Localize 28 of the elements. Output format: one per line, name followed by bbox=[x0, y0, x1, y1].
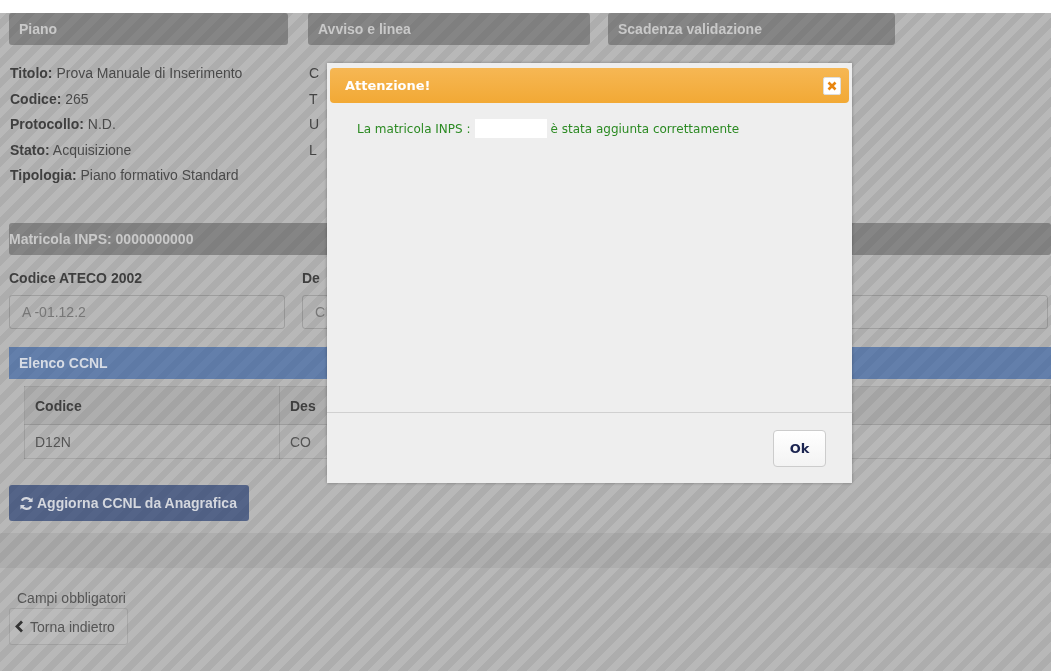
chevron-left-icon bbox=[15, 620, 24, 633]
field-label: De bbox=[302, 270, 320, 286]
message-text: è stata aggiunta correttamente bbox=[550, 121, 740, 136]
detail-line: Codice: 265 bbox=[10, 90, 90, 109]
section-header: Scadenza validazione bbox=[608, 13, 895, 45]
close-button[interactable] bbox=[823, 76, 841, 95]
detail-fragment: U bbox=[309, 116, 320, 132]
section-header: Avviso e linea bbox=[308, 13, 590, 45]
ok-button[interactable]: Ok bbox=[773, 429, 826, 467]
required-fields-note: Campi obbligatori bbox=[16, 590, 127, 608]
dialog-title: Attenzione! bbox=[345, 78, 431, 93]
detail-line: Stato: Acquisizione bbox=[10, 141, 133, 160]
detail-fragment: T bbox=[309, 90, 318, 107]
detail-fragment: C bbox=[309, 65, 320, 81]
refresh-button[interactable]: Aggiorna CCNL da Anagrafica bbox=[9, 485, 249, 521]
column-header: Codice bbox=[24, 386, 280, 425]
section-header: Piano bbox=[9, 13, 288, 45]
detail-fragment: L bbox=[309, 141, 317, 158]
message-text: La matricola INPS : bbox=[357, 121, 471, 136]
detail-line: Titolo: Prova Manuale di Inserimento bbox=[10, 65, 244, 83]
back-button[interactable]: Torna indietro bbox=[9, 608, 128, 645]
close-icon bbox=[827, 80, 837, 91]
refresh-icon bbox=[19, 495, 34, 511]
table-cell: D12N bbox=[24, 424, 280, 459]
input-field[interactable]: A -01.12.2 bbox=[9, 295, 285, 329]
detail-line: Protocollo: N.D. bbox=[10, 116, 117, 134]
field-label: Codice ATECO 2002 bbox=[9, 270, 143, 286]
detail-line: Tipologia: Piano formativo Standard bbox=[10, 167, 240, 185]
